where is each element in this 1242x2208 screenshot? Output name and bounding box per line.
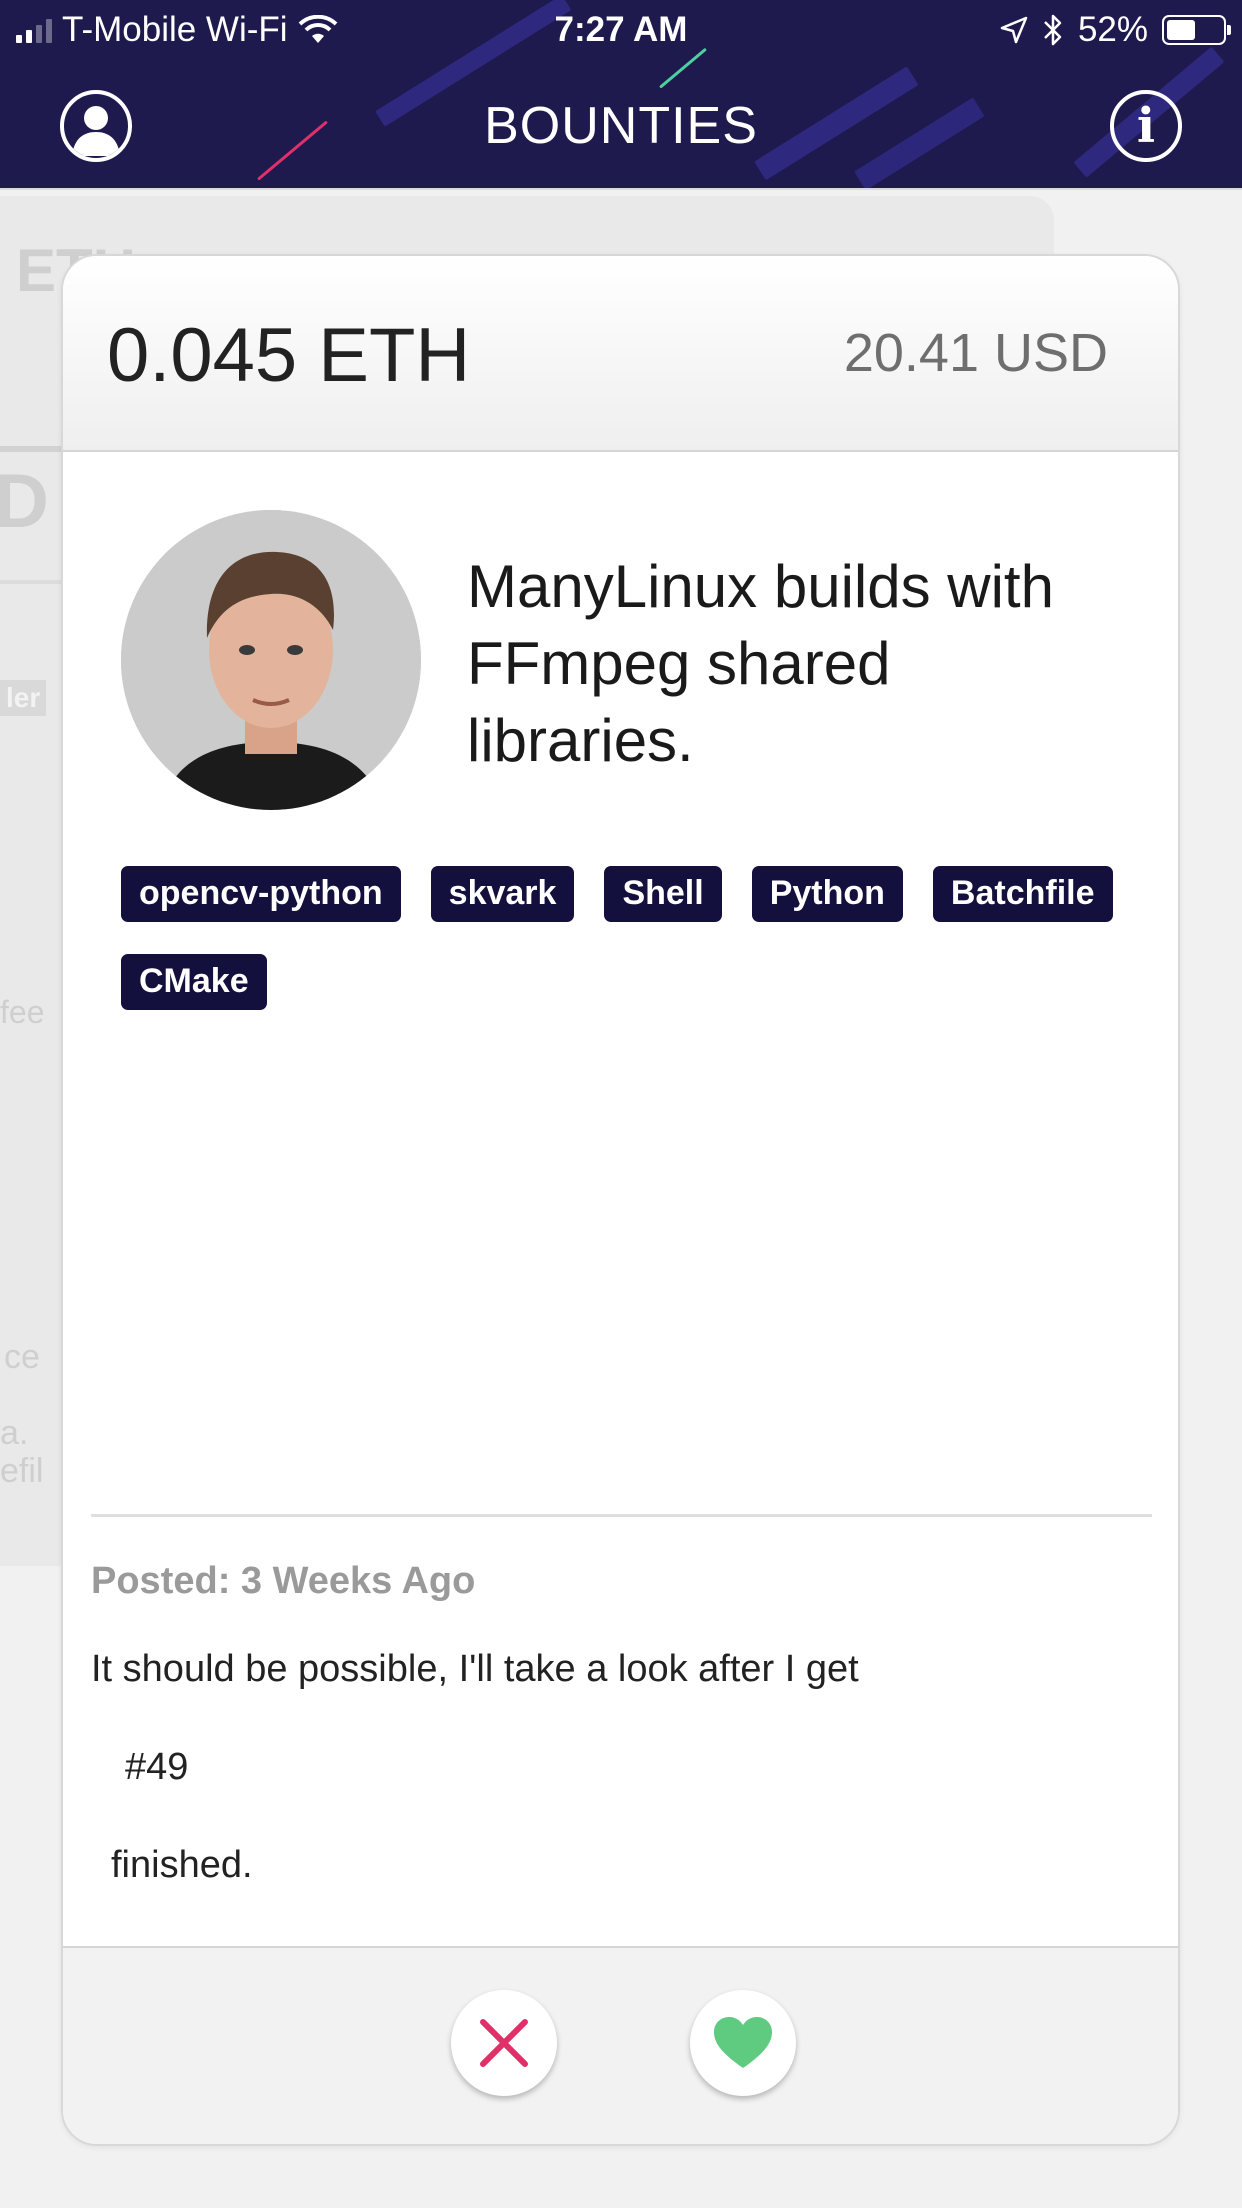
location-arrow-icon bbox=[1000, 16, 1028, 44]
close-icon bbox=[480, 2019, 528, 2067]
background-card-tag: ler bbox=[0, 680, 47, 716]
tag-python: Python bbox=[751, 866, 903, 922]
description-line: finished. bbox=[111, 1844, 253, 1886]
battery-fill bbox=[1167, 20, 1196, 40]
heart-icon bbox=[714, 2017, 772, 2068]
avatar-photo bbox=[121, 510, 421, 810]
background-card-text: D bbox=[0, 459, 49, 544]
posted-date: Posted: 3 Weeks Ago bbox=[91, 1560, 476, 1602]
bounty-title: ManyLinux builds with FFmpeg shared libr… bbox=[467, 548, 1127, 779]
tag-list: opencv-python skvark Shell Python Batchf… bbox=[121, 866, 1121, 1010]
background-card-text: ce bbox=[4, 1338, 40, 1376]
bounty-title-line: ManyLinux builds with bbox=[467, 553, 1054, 620]
bounty-title-line: libraries. bbox=[467, 707, 694, 774]
background-card-text: fee bbox=[0, 994, 45, 1030]
background-card-divider bbox=[0, 580, 62, 584]
description-line: It should be possible, I'll take a look … bbox=[91, 1648, 859, 1690]
background-card-divider bbox=[0, 446, 62, 452]
battery-percent: 52% bbox=[1077, 10, 1148, 49]
issue-link[interactable]: #49 bbox=[125, 1746, 188, 1789]
tag-cmake: CMake bbox=[121, 954, 267, 1010]
like-button[interactable] bbox=[690, 1990, 796, 2096]
usd-amount: 20.41 USD bbox=[843, 323, 1108, 383]
status-bar: T-Mobile Wi-Fi 7:27 AM 52% bbox=[0, 0, 1242, 60]
avatar bbox=[121, 510, 421, 810]
info-button[interactable]: i bbox=[1110, 90, 1182, 162]
reject-button[interactable] bbox=[451, 1990, 557, 2096]
info-icon: i bbox=[1136, 98, 1156, 154]
background-card-text: efil bbox=[0, 1452, 44, 1490]
bluetooth-icon bbox=[1044, 14, 1062, 46]
tag-batchfile: Batchfile bbox=[932, 866, 1113, 922]
status-right: 52% bbox=[1000, 10, 1231, 50]
bounty-title-line: FFmpeg shared bbox=[467, 630, 891, 697]
page-title: BOUNTIES bbox=[484, 97, 758, 155]
background-card-text: a. bbox=[0, 1414, 29, 1452]
card-header: 0.045 ETH 20.41 USD bbox=[63, 256, 1178, 452]
card-footer bbox=[63, 1946, 1178, 2144]
card-divider bbox=[91, 1514, 1152, 1517]
bounty-card[interactable]: 0.045 ETH 20.41 USD ManyLinux builds wit… bbox=[61, 254, 1180, 2146]
tag-skvark: skvark bbox=[430, 866, 575, 922]
tag-opencv-python: opencv-python bbox=[121, 866, 401, 922]
eth-amount: 0.045 ETH bbox=[107, 313, 471, 398]
tag-shell: Shell bbox=[604, 866, 722, 922]
top-bar: T-Mobile Wi-Fi 7:27 AM 52% BOUNTIES i bbox=[0, 0, 1242, 190]
battery-icon bbox=[1162, 15, 1231, 45]
